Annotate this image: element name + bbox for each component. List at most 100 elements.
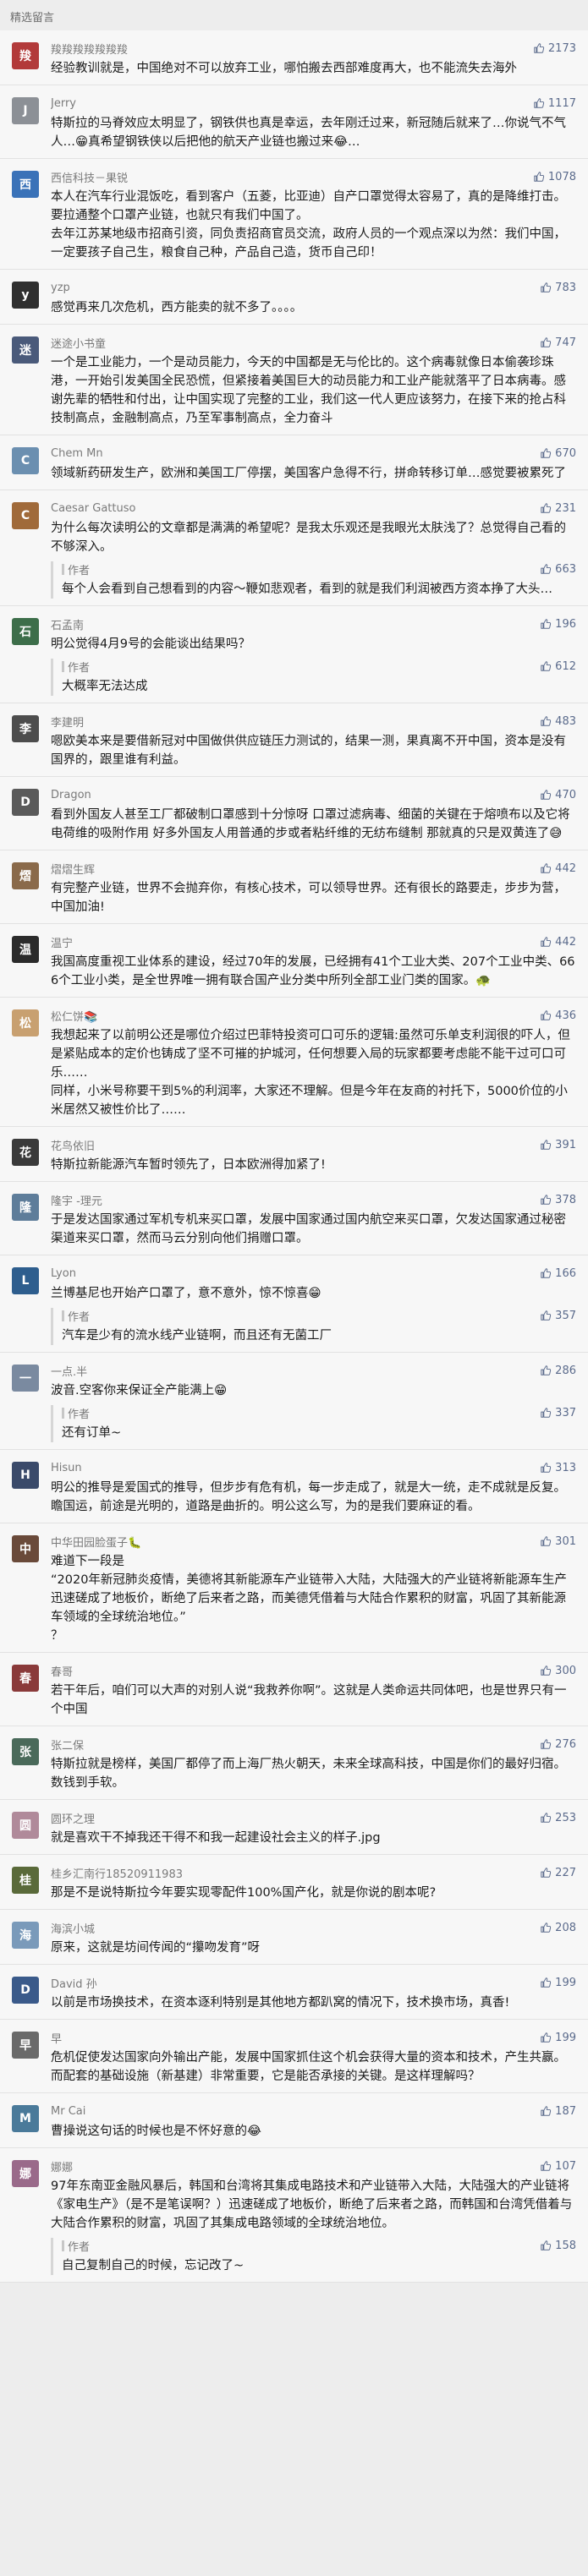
- comment-text: 本人在汽车行业混饭吃，看到客户（五菱，比亚迪）自产口罩觉得太容易了，真的是降维打…: [51, 190, 566, 260]
- avatar[interactable]: 熠: [12, 862, 39, 889]
- like-button[interactable]: 166: [540, 1267, 576, 1280]
- reply-like-button[interactable]: 612: [540, 660, 576, 673]
- avatar[interactable]: H: [12, 1462, 39, 1489]
- like-button[interactable]: 747: [540, 336, 576, 349]
- avatar[interactable]: 石: [12, 618, 39, 645]
- avatar[interactable]: 松: [12, 1009, 39, 1036]
- like-count: 286: [555, 1364, 576, 1377]
- avatar[interactable]: 早: [12, 2032, 39, 2059]
- thumbs-up-icon: [541, 1813, 552, 1823]
- avatar[interactable]: 迷: [12, 336, 39, 364]
- like-button[interactable]: 783: [540, 282, 576, 294]
- avatar[interactable]: J: [12, 97, 39, 124]
- comment-header: Dragon 470: [51, 787, 576, 802]
- commenter-nickname: Lyon: [51, 1266, 76, 1280]
- thumbs-up-icon: [541, 1536, 552, 1546]
- comment-header: Chem Mn 670: [51, 446, 576, 461]
- comment-item: 张 张二保 276 特斯拉就是榜样，美国厂都停了而上海厂热火朝天，未来全球高科技…: [0, 1726, 588, 1800]
- avatar[interactable]: 西: [12, 171, 39, 198]
- thumbs-up-icon: [534, 43, 545, 53]
- thumbs-up-icon: [541, 448, 552, 458]
- comment-header: 桂乡汇南行18520911983 227: [51, 1865, 576, 1881]
- like-button[interactable]: 286: [540, 1365, 576, 1377]
- like-count: 670: [555, 446, 576, 460]
- like-button[interactable]: 199: [540, 1977, 576, 1989]
- avatar[interactable]: 李: [12, 715, 39, 742]
- thumbs-up-icon: [541, 2032, 552, 2043]
- like-button[interactable]: 483: [540, 715, 576, 728]
- like-button[interactable]: 253: [540, 1812, 576, 1824]
- reply-like-button[interactable]: 158: [540, 2240, 576, 2252]
- like-count: 199: [555, 2031, 576, 2044]
- comment-header: Mr Cai 187: [51, 2103, 576, 2119]
- like-button[interactable]: 2173: [533, 42, 576, 55]
- thumbs-up-icon: [541, 564, 552, 574]
- avatar[interactable]: M: [12, 2105, 39, 2132]
- reply-like-count: 357: [555, 1309, 576, 1322]
- avatar[interactable]: C: [12, 447, 39, 474]
- like-button[interactable]: 199: [540, 2032, 576, 2044]
- comment-item: 西 西信科技－果锐 1078 本人在汽车行业混饭吃，看到客户（五菱，比亚迪）自产…: [0, 159, 588, 270]
- like-button[interactable]: 1117: [533, 97, 576, 110]
- like-count: 783: [555, 281, 576, 294]
- reply-like-button[interactable]: 357: [540, 1310, 576, 1322]
- commenter-nickname: 桂乡汇南行18520911983: [51, 1868, 183, 1881]
- like-button[interactable]: 300: [540, 1665, 576, 1677]
- like-button[interactable]: 670: [540, 447, 576, 460]
- like-button[interactable]: 301: [540, 1535, 576, 1548]
- comment-header: Lyon 166: [51, 1266, 576, 1281]
- like-count: 483: [555, 714, 576, 728]
- like-button[interactable]: 1078: [533, 171, 576, 183]
- reply-like-button[interactable]: 663: [540, 563, 576, 576]
- avatar[interactable]: 羧: [12, 42, 39, 69]
- like-button[interactable]: 227: [540, 1867, 576, 1879]
- avatar[interactable]: 温: [12, 936, 39, 963]
- thumbs-up-icon: [541, 1365, 552, 1376]
- like-button[interactable]: 313: [540, 1462, 576, 1474]
- commenter-nickname: 李建明: [51, 716, 85, 730]
- like-button[interactable]: 208: [540, 1922, 576, 1934]
- thumbs-up-icon: [541, 661, 552, 671]
- like-button[interactable]: 196: [540, 618, 576, 631]
- like-button[interactable]: 442: [540, 862, 576, 875]
- avatar[interactable]: y: [12, 282, 39, 309]
- reply-like-count: 612: [555, 659, 576, 673]
- like-button[interactable]: 470: [540, 789, 576, 801]
- avatar[interactable]: L: [12, 1267, 39, 1294]
- avatar[interactable]: D: [12, 789, 39, 816]
- comment-text: 明公的推导是爱国式的推导，但步步有危有机，每一步走成了，就是大一统，走不成就是反…: [51, 1481, 566, 1513]
- comment-header: 花鸟依旧 391: [51, 1137, 576, 1153]
- avatar[interactable]: 春: [12, 1665, 39, 1692]
- like-button[interactable]: 391: [540, 1139, 576, 1151]
- reply-like-count: 158: [555, 2239, 576, 2252]
- like-count: 313: [555, 1461, 576, 1474]
- reply-author: 作者: [62, 2238, 90, 2254]
- avatar[interactable]: D: [12, 1977, 39, 2004]
- comment-header: 娜娜 107: [51, 2158, 576, 2174]
- thumbs-up-icon: [541, 619, 552, 629]
- avatar[interactable]: 花: [12, 1139, 39, 1166]
- thumbs-up-icon: [541, 2161, 552, 2171]
- comment-header: 迷途小书童 747: [51, 335, 576, 351]
- like-button[interactable]: 276: [540, 1738, 576, 1751]
- thumbs-up-icon: [541, 282, 552, 293]
- like-button[interactable]: 107: [540, 2160, 576, 2173]
- avatar[interactable]: 张: [12, 1738, 39, 1765]
- like-button[interactable]: 378: [540, 1194, 576, 1206]
- avatar[interactable]: 桂: [12, 1867, 39, 1894]
- like-button[interactable]: 231: [540, 502, 576, 515]
- avatar[interactable]: C: [12, 502, 39, 529]
- avatar[interactable]: 一: [12, 1365, 39, 1392]
- like-button[interactable]: 187: [540, 2105, 576, 2118]
- avatar[interactable]: 中: [12, 1535, 39, 1562]
- like-button[interactable]: 436: [540, 1009, 576, 1022]
- avatar[interactable]: 娜: [12, 2160, 39, 2187]
- comment-text: 于是发达国家通过军机专机来买口罩，发展中国家通过国内航空来买口罩，欠发达国家通过…: [51, 1213, 566, 1245]
- commenter-nickname: 温宁: [51, 937, 74, 950]
- reply-like-button[interactable]: 337: [540, 1407, 576, 1419]
- avatar[interactable]: 圆: [12, 1812, 39, 1839]
- avatar[interactable]: 海: [12, 1922, 39, 1949]
- like-button[interactable]: 442: [540, 936, 576, 949]
- like-count: 391: [555, 1138, 576, 1151]
- avatar[interactable]: 隆: [12, 1194, 39, 1221]
